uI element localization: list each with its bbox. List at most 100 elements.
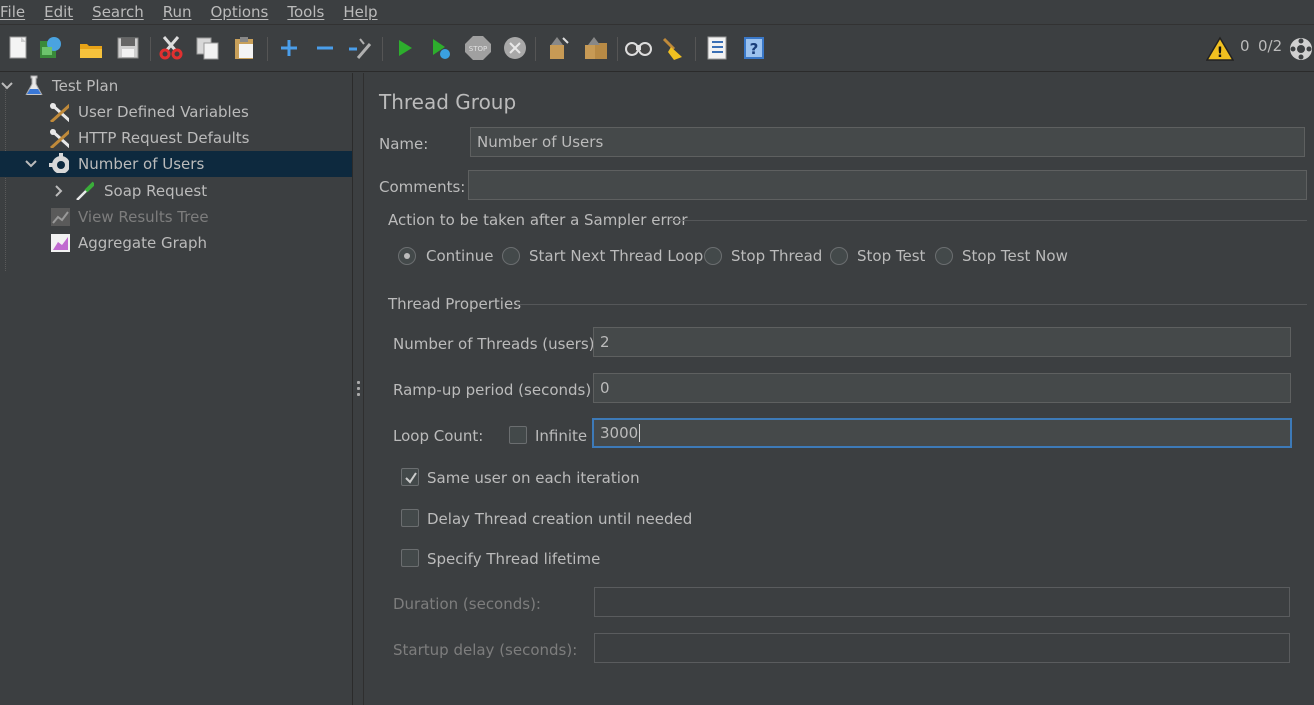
threads-indicator-icon [1289,36,1314,62]
toolbar-separator [382,37,383,61]
menu-search[interactable]: Search [92,3,153,21]
thread-lifetime-label[interactable]: Specify Thread lifetime [427,550,600,568]
loop-count-field[interactable]: 3000 [592,418,1292,448]
open-icon[interactable] [78,35,104,61]
reset-search-icon[interactable] [660,35,686,61]
graph-icon [51,234,70,252]
rampup-field[interactable]: 0 [593,373,1291,403]
tree-item-test-plan[interactable]: Test Plan [0,73,352,99]
help-icon[interactable]: ? [741,35,767,61]
threads-label: Number of Threads (users): [393,335,600,353]
radio-stop-test-now-label[interactable]: Stop Test Now [962,247,1068,265]
paste-icon[interactable] [232,35,258,61]
copy-icon[interactable] [195,35,221,61]
save-icon[interactable] [115,35,141,61]
panel-splitter[interactable] [352,73,364,705]
delay-thread-checkbox[interactable] [401,509,419,527]
sampler-pipette-icon [76,181,94,200]
search-icon[interactable] [624,35,652,61]
section-divider [517,304,1307,305]
tree-item-http-request-defaults[interactable]: HTTP Request Defaults [0,125,352,151]
thread-properties-section-title: Thread Properties [388,295,522,313]
start-no-pauses-icon[interactable] [428,35,454,61]
tree-item-aggregate-graph[interactable]: Aggregate Graph [0,230,352,256]
function-helper-icon[interactable] [704,35,730,61]
menu-options[interactable]: Options [210,3,277,21]
toolbar-separator [695,37,696,61]
same-user-checkbox[interactable] [401,468,419,486]
toolbar-separator [150,37,151,61]
menu-help[interactable]: Help [343,3,386,21]
tree-item-user-defined-variables[interactable]: User Defined Variables [0,99,352,125]
splitter-grip-icon[interactable] [357,381,360,397]
tree-item-number-of-users[interactable]: Number of Users [0,151,352,177]
menu-edit[interactable]: Edit [44,3,82,21]
loop-count-label: Loop Count: [393,427,484,445]
rampup-value: 0 [600,379,610,397]
test-plan-tree: Test Plan User Defined Variables HTTP Re… [0,73,352,705]
toolbar-separator [535,37,536,61]
warning-count: 0 [1240,37,1250,55]
toggle-icon[interactable] [346,35,372,61]
radio-start-next-thread-loop[interactable] [502,247,520,265]
toolbar-separator [617,37,618,61]
name-field[interactable]: Number of Users [470,127,1305,157]
infinite-label[interactable]: Infinite [535,427,587,445]
radio-stop-test-now[interactable] [935,247,953,265]
same-user-label[interactable]: Same user on each iteration [427,469,640,487]
name-value: Number of Users [477,133,604,151]
shutdown-icon[interactable] [502,35,528,61]
templates-icon[interactable] [38,35,64,61]
radio-stop-test-label[interactable]: Stop Test [857,247,925,265]
duration-field[interactable] [594,587,1290,617]
chevron-down-icon[interactable] [24,157,38,171]
radio-stop-thread-label[interactable]: Stop Thread [731,247,822,265]
menu-file[interactable]: File [0,3,34,21]
name-label: Name: [379,135,429,153]
radio-stop-test[interactable] [830,247,848,265]
radio-continue-label[interactable]: Continue [426,247,493,265]
new-icon[interactable] [6,35,32,61]
toolbar-separator [267,37,268,61]
comments-field[interactable] [468,170,1307,200]
radio-continue[interactable] [398,247,416,265]
comments-label: Comments: [379,178,466,196]
expand-icon[interactable] [276,35,302,61]
menu-tools[interactable]: Tools [287,3,333,21]
menu-run[interactable]: Run [163,3,201,21]
config-element-icon [49,102,69,122]
checkmark-icon [405,472,417,484]
tree-item-view-results-tree[interactable]: View Results Tree [0,204,352,230]
radio-stop-thread[interactable] [704,247,722,265]
clear-icon[interactable] [545,35,571,61]
tree-item-label: Number of Users [78,155,205,173]
clear-all-icon[interactable] [582,35,608,61]
menu-bar: File Edit Search Run Options Tools Help [0,0,1314,24]
thread-lifetime-checkbox[interactable] [401,549,419,567]
loop-count-value: 3000 [600,424,639,442]
radio-start-next-thread-loop-label[interactable]: Start Next Thread Loop [529,247,703,265]
tree-item-label: View Results Tree [78,208,209,226]
tree-item-label: Soap Request [104,182,208,200]
test-plan-icon [25,75,43,95]
text-caret [639,424,641,442]
threads-field[interactable]: 2 [593,327,1291,357]
stop-icon[interactable]: STOP [464,35,491,61]
warning-icon[interactable]: ! [1205,36,1235,62]
cut-icon[interactable] [158,35,184,61]
duration-label: Duration (seconds): [393,595,541,613]
chevron-down-icon[interactable] [0,79,14,93]
infinite-checkbox[interactable] [509,426,527,444]
delay-thread-label[interactable]: Delay Thread creation until needed [427,510,692,528]
tree-item-soap-request[interactable]: Soap Request [0,178,352,204]
tree-item-label: HTTP Request Defaults [78,129,250,147]
thread-group-panel: Thread Group Name: Number of Users Comme… [365,73,1314,705]
section-divider [670,220,1307,221]
startup-delay-field[interactable] [594,633,1290,663]
listener-icon [51,208,70,226]
collapse-icon[interactable] [312,35,338,61]
start-icon[interactable] [392,35,418,61]
startup-delay-label: Startup delay (seconds): [393,641,578,659]
chevron-right-icon[interactable] [52,184,66,198]
svg-text:!: ! [1217,45,1223,61]
